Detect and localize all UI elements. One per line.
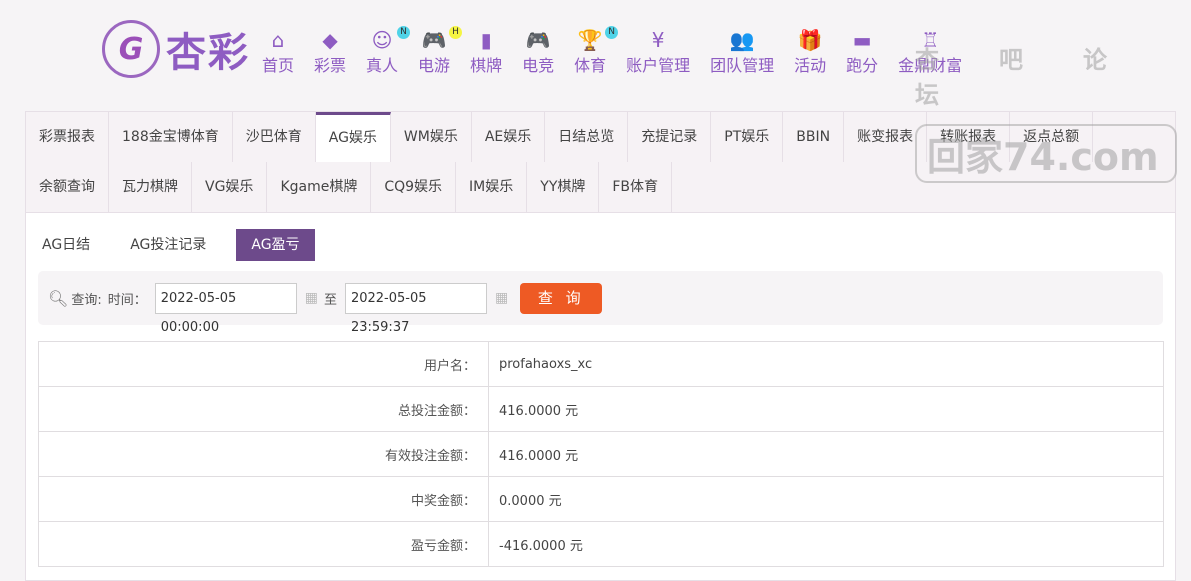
row-value: 416.0000 元 xyxy=(488,431,1164,477)
tab[interactable]: FB体育 xyxy=(599,162,673,212)
tab[interactable]: 转账报表 xyxy=(927,112,1011,162)
tab[interactable]: 瓦力棋牌 xyxy=(109,162,192,212)
nav-item[interactable]: 🎁 活动 xyxy=(794,28,826,76)
nav-badge: H xyxy=(449,26,463,39)
logo[interactable]: G 杏彩 xyxy=(102,20,250,78)
result-table: 用户名： profahaoxs_xc 总投注金额： 416.0000 元有效投注金额：… xyxy=(38,341,1164,567)
report-tabs: 彩票报表 188金宝博体育 沙巴体育 AG娱乐 WM娱乐 AE娱乐 日结总览 充提记录 PT娱乐… xyxy=(26,112,1175,213)
nav-badge: N xyxy=(397,26,411,39)
nav-item[interactable]: ¥ 账户管理 xyxy=(626,28,690,76)
tab[interactable]: 188金宝博体育 xyxy=(109,112,233,162)
tab[interactable]: 返点总额 xyxy=(1010,112,1094,162)
nav-label: 活动 xyxy=(794,56,827,75)
tab[interactable]: WM娱乐 xyxy=(391,112,472,162)
table-row: 有效投注金额： 416.0000 元 xyxy=(38,431,1164,477)
calendar-icon[interactable]: ▦ xyxy=(495,290,508,306)
nav-badge: N xyxy=(605,26,619,39)
sub-tab[interactable]: AG日结 xyxy=(32,229,100,261)
nav-label: 彩票 xyxy=(314,56,347,75)
sub-tabs: AG日结 AG投注记录 AG盈亏 xyxy=(32,229,1175,261)
main-nav: ⌂ 首页 ◆ 彩票 ☺ 真人 N 🎮 电游 H ▮ 棋牌 🎮 电竞 🏆 体育 N ¥ 账户管理 👥 团队管理 🎁 活动 ▬ 跑分… xyxy=(262,26,982,76)
row-label: 总投注金额： xyxy=(38,386,489,432)
time-label: 时间： xyxy=(107,292,147,308)
to-label: 至 xyxy=(323,292,337,308)
team-icon: 👥 xyxy=(729,28,755,52)
tab-row-1: 彩票报表 188金宝博体育 沙巴体育 AG娱乐 WM娱乐 AE娱乐 日结总览 充提记录 PT娱乐… xyxy=(26,112,1175,162)
nav-item[interactable]: 🎮 电竞 xyxy=(522,28,554,76)
rhino-icon: ▬ xyxy=(852,28,872,52)
nav-label: 真人 xyxy=(366,56,399,75)
nav-item[interactable]: 🏆 体育 N xyxy=(574,26,619,76)
cauldron-icon: ♖ xyxy=(921,28,940,52)
tab[interactable]: 账变报表 xyxy=(844,112,928,162)
trophy-icon: 🏆 xyxy=(577,28,603,52)
logo-text: 杏彩 xyxy=(166,30,250,76)
table-row: 盈亏金额： -416.0000 元 xyxy=(38,521,1164,567)
nav-label: 金鼎财富 xyxy=(898,56,963,75)
tab[interactable]: CQ9娱乐 xyxy=(371,162,457,212)
sub-tab[interactable]: AG投注记录 xyxy=(120,229,216,261)
row-label: 中奖金额： xyxy=(38,476,489,522)
tab[interactable]: PT娱乐 xyxy=(711,112,784,162)
row-label: 用户名： xyxy=(38,341,489,387)
end-time-input[interactable]: 2022-05-05 23:59:37 xyxy=(344,282,487,335)
search-icon: 🔍︎ xyxy=(48,288,69,308)
nav-label: 团队管理 xyxy=(710,56,775,75)
nav-item[interactable]: ♖ 金鼎财富 xyxy=(898,28,962,76)
tab[interactable]: VG娱乐 xyxy=(192,162,268,212)
nav-label: 体育 xyxy=(574,56,607,75)
home-icon: ⌂ xyxy=(271,28,285,52)
main-panel: 彩票报表 188金宝博体育 沙巴体育 AG娱乐 WM娱乐 AE娱乐 日结总览 充提记录 PT娱乐… xyxy=(25,111,1176,581)
tab-row-2: 余额查询 瓦力棋牌 VG娱乐 Kgame棋牌 CQ9娱乐 IM娱乐 YY棋牌 FB体育 xyxy=(26,162,1175,212)
tab[interactable]: 彩票报表 xyxy=(26,112,109,162)
row-value: 0.0000 元 xyxy=(488,476,1164,522)
tab[interactable]: 充提记录 xyxy=(628,112,712,162)
tab[interactable]: 沙巴体育 xyxy=(233,112,316,162)
query-button[interactable]: 查 询 xyxy=(520,282,603,314)
ticket-icon: ◆ xyxy=(322,28,338,52)
row-value: 416.0000 元 xyxy=(488,386,1164,432)
table-row: 总投注金额： 416.0000 元 xyxy=(38,386,1164,432)
nav-item[interactable]: ▮ 棋牌 xyxy=(470,28,502,76)
row-value: -416.0000 元 xyxy=(488,521,1164,567)
start-time-input[interactable]: 2022-05-05 00:00:00 xyxy=(154,282,297,335)
nav-label: 账户管理 xyxy=(626,56,691,75)
tab[interactable]: BBIN xyxy=(783,112,845,162)
header: G 杏彩 ⌂ 首页 ◆ 彩票 ☺ 真人 N 🎮 电游 H ▮ 棋牌 🎮 电竞 🏆 体育 N ¥ 账户管理 👥 团队管理 🎁… xyxy=(0,0,1191,105)
tab[interactable]: 日结总览 xyxy=(545,112,629,162)
tab[interactable]: AG娱乐 xyxy=(315,112,391,162)
nav-label: 棋牌 xyxy=(470,56,503,75)
calendar-icon[interactable]: ▦ xyxy=(305,290,318,306)
query-label: 查询: xyxy=(71,292,102,308)
tab[interactable]: 余额查询 xyxy=(26,162,109,212)
gamepad-icon: 🎮 xyxy=(525,28,551,52)
nav-label: 电游 xyxy=(418,56,451,75)
row-label: 盈亏金额： xyxy=(38,521,489,567)
tab[interactable]: Kgame棋牌 xyxy=(267,162,372,212)
tab[interactable]: AE娱乐 xyxy=(472,112,546,162)
nav-item[interactable]: ☺ 真人 N xyxy=(366,26,411,76)
table-row: 中奖金额： 0.0000 元 xyxy=(38,476,1164,522)
nav-item[interactable]: 👥 团队管理 xyxy=(710,28,774,76)
row-value: profahaoxs_xc xyxy=(488,341,1164,387)
cards-icon: ▮ xyxy=(480,28,492,52)
dealer-icon: ☺ xyxy=(371,28,393,52)
logo-emblem: G xyxy=(102,20,160,78)
tab[interactable]: YY棋牌 xyxy=(527,162,600,212)
nav-label: 跑分 xyxy=(846,56,879,75)
gift-icon: 🎁 xyxy=(797,28,823,52)
yen-icon: ¥ xyxy=(651,28,665,52)
nav-label: 首页 xyxy=(262,56,295,75)
sub-tab[interactable]: AG盈亏 xyxy=(236,229,315,261)
tab[interactable]: IM娱乐 xyxy=(456,162,528,212)
nav-item[interactable]: ◆ 彩票 xyxy=(314,28,346,76)
table-row: 用户名： profahaoxs_xc xyxy=(38,341,1164,387)
nav-item[interactable]: 🎮 电游 H xyxy=(418,26,463,76)
nav-item[interactable]: ⌂ 首页 xyxy=(262,28,294,76)
nav-label: 电竞 xyxy=(522,56,555,75)
nav-item[interactable]: ▬ 跑分 xyxy=(846,28,878,76)
gamepad-icon: 🎮 xyxy=(421,28,447,52)
query-bar: 🔍︎ 查询: 时间： 2022-05-05 00:00:00 ▦ 至 2022-… xyxy=(38,271,1163,335)
row-label: 有效投注金额： xyxy=(38,431,489,477)
